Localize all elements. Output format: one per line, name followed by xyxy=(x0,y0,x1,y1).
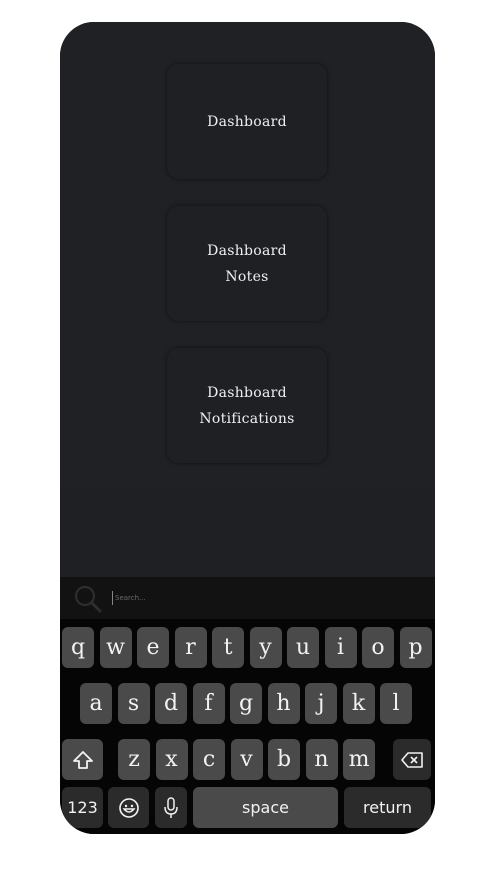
key-j[interactable]: j xyxy=(305,683,337,724)
dashboard-card[interactable]: Dashboard xyxy=(167,64,327,179)
key-l[interactable]: l xyxy=(380,683,412,724)
key-label: u xyxy=(295,635,311,660)
key-label: d xyxy=(163,691,179,716)
space-key-label: space xyxy=(242,798,289,817)
key-u[interactable]: u xyxy=(287,627,319,668)
key-label: l xyxy=(392,691,400,716)
key-b[interactable]: b xyxy=(268,739,300,780)
key-label: a xyxy=(89,691,103,716)
card-label-line1: Dashboard xyxy=(207,384,287,401)
key-label: p xyxy=(408,635,423,660)
dashboard-notifications-card[interactable]: Dashboard Notifications xyxy=(167,348,327,463)
key-k[interactable]: k xyxy=(342,683,375,724)
key-y[interactable]: y xyxy=(249,627,282,668)
key-label: r xyxy=(185,635,196,660)
empty-area xyxy=(60,482,435,577)
key-x[interactable]: x xyxy=(155,739,188,780)
key-label: c xyxy=(202,747,216,772)
card-label: Dashboard xyxy=(207,113,287,130)
key-h[interactable]: h xyxy=(267,683,300,724)
search-bar xyxy=(60,577,435,619)
key-label: w xyxy=(106,635,125,660)
microphone-key[interactable] xyxy=(155,787,187,828)
key-g[interactable]: g xyxy=(230,683,262,724)
key-i[interactable]: i xyxy=(324,627,357,668)
key-o[interactable]: o xyxy=(362,627,394,668)
key-label: h xyxy=(276,691,291,716)
key-label: k xyxy=(351,691,366,716)
key-label: n xyxy=(314,747,329,772)
key-m[interactable]: m xyxy=(343,739,375,780)
key-label: v xyxy=(240,747,253,772)
key-v[interactable]: v xyxy=(230,739,263,780)
shift-icon xyxy=(72,750,94,770)
emoji-key[interactable] xyxy=(108,787,149,828)
search-input[interactable] xyxy=(112,591,415,605)
card-label-line1: Dashboard xyxy=(207,242,287,259)
key-p[interactable]: p xyxy=(399,627,432,668)
key-r[interactable]: r xyxy=(174,627,207,668)
backspace-icon xyxy=(400,751,424,769)
key-t[interactable]: t xyxy=(212,627,244,668)
key-label: y xyxy=(259,635,272,660)
return-key[interactable]: return xyxy=(344,787,431,828)
key-label: m xyxy=(348,747,370,772)
card-label-line2: Notifications xyxy=(199,410,295,427)
dashboard-panel: Dashboard Dashboard Notes Dashboard Noti… xyxy=(60,22,435,482)
key-label: j xyxy=(317,691,325,716)
shift-key[interactable] xyxy=(62,739,103,780)
key-q[interactable]: q xyxy=(62,627,94,668)
search-icon[interactable] xyxy=(72,583,104,615)
key-label: s xyxy=(127,691,140,716)
phone-frame: Dashboard Dashboard Notes Dashboard Noti… xyxy=(60,22,435,834)
numbers-key-label: 123 xyxy=(67,798,98,817)
key-label: f xyxy=(204,691,213,716)
card-label-line2: Notes xyxy=(225,268,269,285)
key-z[interactable]: z xyxy=(118,739,150,780)
key-d[interactable]: d xyxy=(155,683,187,724)
key-label: z xyxy=(128,747,140,772)
dashboard-notes-card[interactable]: Dashboard Notes xyxy=(167,206,327,321)
key-n[interactable]: n xyxy=(305,739,338,780)
return-key-label: return xyxy=(363,798,412,817)
space-key[interactable]: space xyxy=(193,787,338,828)
numbers-key[interactable]: 123 xyxy=(62,787,103,828)
key-c[interactable]: c xyxy=(193,739,225,780)
key-label: g xyxy=(238,691,254,716)
key-label: x xyxy=(165,747,178,772)
key-label: q xyxy=(70,635,86,660)
key-w[interactable]: w xyxy=(99,627,132,668)
emoji-icon xyxy=(118,797,140,819)
key-label: i xyxy=(336,635,345,660)
key-label: o xyxy=(371,635,385,660)
key-label: e xyxy=(146,635,160,660)
key-a[interactable]: a xyxy=(80,683,112,724)
key-f[interactable]: f xyxy=(192,683,225,724)
key-e[interactable]: e xyxy=(137,627,169,668)
backspace-key[interactable] xyxy=(393,739,431,780)
key-s[interactable]: s xyxy=(117,683,150,724)
key-label: t xyxy=(223,635,233,660)
keyboard: 123 space return q w e r t y u i o p a s… xyxy=(60,619,435,834)
key-label: b xyxy=(276,747,292,772)
microphone-icon xyxy=(163,796,179,820)
